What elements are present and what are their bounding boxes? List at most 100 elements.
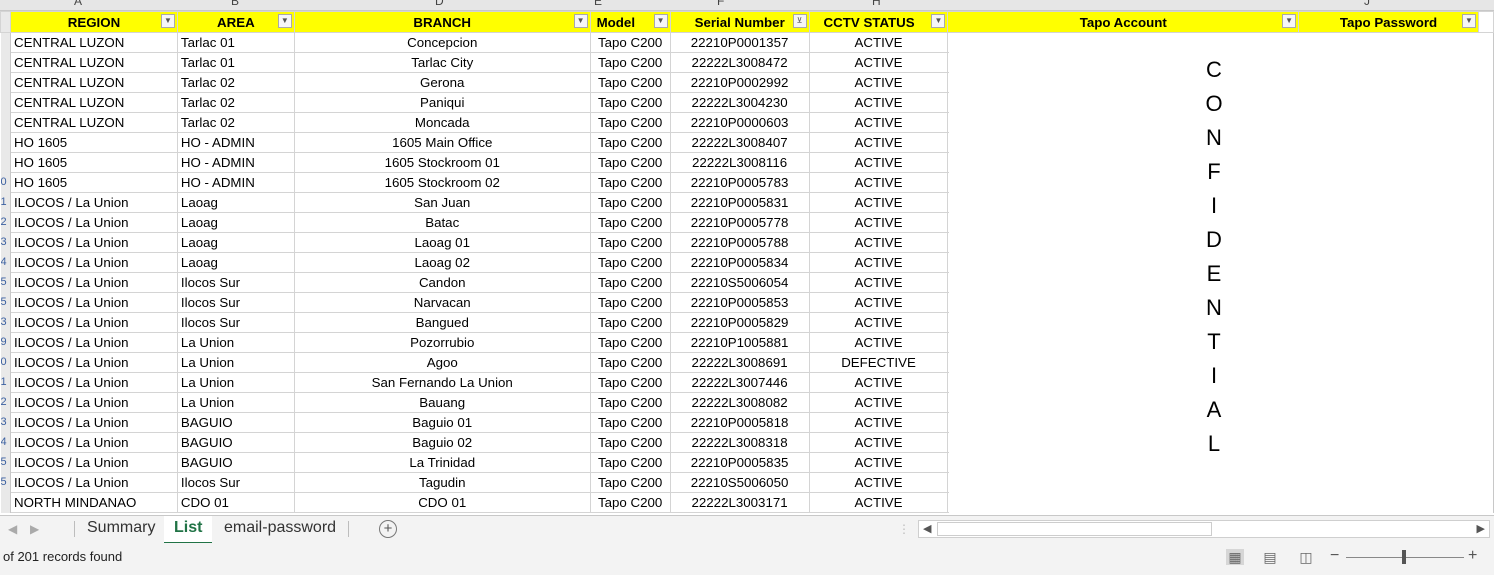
cell-branch[interactable]: Candon — [293, 272, 591, 293]
cell-cctv-status[interactable]: ACTIVE — [808, 292, 949, 313]
cell-area[interactable]: CDO 01 — [176, 492, 295, 513]
cell-region[interactable]: CENTRAL LUZON — [9, 52, 178, 73]
cell-branch[interactable]: Tarlac City — [293, 52, 591, 73]
cell-region[interactable]: ILOCOS / La Union — [9, 472, 178, 493]
filter-funnel-icon[interactable]: ⊻ — [792, 14, 807, 28]
cell-model[interactable]: Tapo C200 — [589, 152, 671, 173]
cell-area[interactable]: Ilocos Sur — [176, 272, 295, 293]
cell-region[interactable]: ILOCOS / La Union — [9, 192, 178, 213]
cell-area[interactable]: La Union — [176, 372, 295, 393]
cell-area[interactable]: La Union — [176, 332, 295, 353]
cell-branch[interactable]: 1605 Stockroom 01 — [293, 152, 591, 173]
cell-model[interactable]: Tapo C200 — [589, 192, 671, 213]
cell-region[interactable]: CENTRAL LUZON — [9, 72, 178, 93]
filter-dropdown-icon[interactable]: ▼ — [1282, 14, 1297, 28]
cell-region[interactable]: ILOCOS / La Union — [9, 412, 178, 433]
cell-model[interactable]: Tapo C200 — [589, 392, 671, 413]
cell-cctv-status[interactable]: ACTIVE — [808, 72, 949, 93]
column-letter[interactable]: J — [1364, 0, 1370, 8]
cell-area[interactable]: HO - ADMIN — [176, 152, 295, 173]
cell-cctv-status[interactable]: ACTIVE — [808, 132, 949, 153]
cell-area[interactable]: Laoag — [176, 212, 295, 233]
cell-model[interactable]: Tapo C200 — [589, 372, 671, 393]
cell-model[interactable]: Tapo C200 — [589, 292, 671, 313]
cell-branch[interactable]: Laoag 01 — [293, 232, 591, 253]
cell-branch[interactable]: Baguio 01 — [293, 412, 591, 433]
cell-branch[interactable]: Bauang — [293, 392, 591, 413]
page-break-view-icon[interactable]: ◫ — [1297, 549, 1315, 565]
cell-area[interactable]: BAGUIO — [176, 432, 295, 453]
cell-cctv-status[interactable]: ACTIVE — [808, 332, 949, 353]
cell-serial-number[interactable]: 22210P1005881 — [669, 332, 810, 353]
zoom-out-icon[interactable]: − — [1330, 547, 1339, 565]
filter-dropdown-icon[interactable]: ▼ — [1461, 14, 1476, 28]
cell-cctv-status[interactable]: ACTIVE — [808, 192, 949, 213]
cell-branch[interactable]: Paniqui — [293, 92, 591, 113]
cell-region[interactable]: ILOCOS / La Union — [9, 352, 178, 373]
cell-cctv-status[interactable]: ACTIVE — [808, 492, 949, 513]
cell-branch[interactable]: Narvacan — [293, 292, 591, 313]
cell-serial-number[interactable]: 22222L3008082 — [669, 392, 810, 413]
cell-cctv-status[interactable]: ACTIVE — [808, 232, 949, 253]
cell-area[interactable]: HO - ADMIN — [176, 132, 295, 153]
tab-list[interactable]: List — [164, 516, 213, 544]
cell-branch[interactable]: Pozorrubio — [293, 332, 591, 353]
cell-branch[interactable]: Agoo — [293, 352, 591, 373]
cell-cctv-status[interactable]: ACTIVE — [808, 272, 949, 293]
column-letter[interactable]: E — [594, 0, 602, 8]
cell-branch[interactable]: Bangued — [293, 312, 591, 333]
cell-branch[interactable]: San Juan — [293, 192, 591, 213]
cell-model[interactable]: Tapo C200 — [589, 472, 671, 493]
cell-serial-number[interactable]: 22210P0005778 — [669, 212, 810, 233]
cell-branch[interactable]: San Fernando La Union — [293, 372, 591, 393]
cell-area[interactable]: Tarlac 02 — [176, 92, 295, 113]
column-letter[interactable]: F — [717, 0, 724, 8]
scroll-left-icon[interactable]: ◀ — [8, 522, 17, 536]
tab-split-handle-icon[interactable]: ⋮ — [898, 522, 910, 536]
cell-model[interactable]: Tapo C200 — [589, 352, 671, 373]
cell-cctv-status[interactable]: ACTIVE — [808, 472, 949, 493]
cell-serial-number[interactable]: 22210P0001357 — [669, 32, 810, 53]
cell-serial-number[interactable]: 22210P0005788 — [669, 232, 810, 253]
cell-area[interactable]: BAGUIO — [176, 412, 295, 433]
cell-region[interactable]: ILOCOS / La Union — [9, 232, 178, 253]
cell-cctv-status[interactable]: ACTIVE — [808, 32, 949, 53]
cell-serial-number[interactable]: 22210P0005835 — [669, 452, 810, 473]
cell-area[interactable]: Tarlac 02 — [176, 72, 295, 93]
cell-cctv-status[interactable]: ACTIVE — [808, 312, 949, 333]
cell-serial-number[interactable]: 22222L3008472 — [669, 52, 810, 73]
cell-model[interactable]: Tapo C200 — [589, 312, 671, 333]
scroll-left-arrow-icon[interactable]: ◀ — [923, 522, 931, 535]
spreadsheet-grid[interactable]: REGION ▼ AREA ▼ BRANCH ▼ Model ▼ Serial Numb… — [0, 11, 1494, 515]
cell-region[interactable]: ILOCOS / La Union — [9, 392, 178, 413]
cell-model[interactable]: Tapo C200 — [589, 172, 671, 193]
cell-model[interactable]: Tapo C200 — [589, 332, 671, 353]
cell-serial-number[interactable]: 22222L3004230 — [669, 92, 810, 113]
cell-model[interactable]: Tapo C200 — [589, 132, 671, 153]
cell-model[interactable]: Tapo C200 — [589, 252, 671, 273]
tab-email-password[interactable]: email-password — [214, 516, 346, 542]
cell-serial-number[interactable]: 22210S5006054 — [669, 272, 810, 293]
page-layout-view-icon[interactable]: ▤ — [1261, 549, 1279, 565]
cell-region[interactable]: ILOCOS / La Union — [9, 452, 178, 473]
column-letter[interactable]: H — [872, 0, 881, 8]
cell-model[interactable]: Tapo C200 — [589, 212, 671, 233]
cell-area[interactable]: Ilocos Sur — [176, 312, 295, 333]
cell-model[interactable]: Tapo C200 — [589, 432, 671, 453]
cell-area[interactable]: BAGUIO — [176, 452, 295, 473]
cell-serial-number[interactable]: 22210P0005831 — [669, 192, 810, 213]
cell-branch[interactable]: Laoag 02 — [293, 252, 591, 273]
cell-region[interactable]: ILOCOS / La Union — [9, 372, 178, 393]
cell-cctv-status[interactable]: ACTIVE — [808, 152, 949, 173]
cell-serial-number[interactable]: 22222L3008407 — [669, 132, 810, 153]
zoom-in-icon[interactable]: + — [1468, 547, 1477, 565]
cell-cctv-status[interactable]: ACTIVE — [808, 412, 949, 433]
cell-serial-number[interactable]: 22222L3008691 — [669, 352, 810, 373]
cell-branch[interactable]: 1605 Main Office — [293, 132, 591, 153]
filter-dropdown-icon[interactable]: ▼ — [653, 14, 668, 28]
cell-region[interactable]: CENTRAL LUZON — [9, 92, 178, 113]
cell-serial-number[interactable]: 22210S5006050 — [669, 472, 810, 493]
cell-serial-number[interactable]: 22210P0002992 — [669, 72, 810, 93]
normal-view-icon[interactable]: ▦ — [1226, 549, 1244, 565]
cell-region[interactable]: ILOCOS / La Union — [9, 292, 178, 313]
